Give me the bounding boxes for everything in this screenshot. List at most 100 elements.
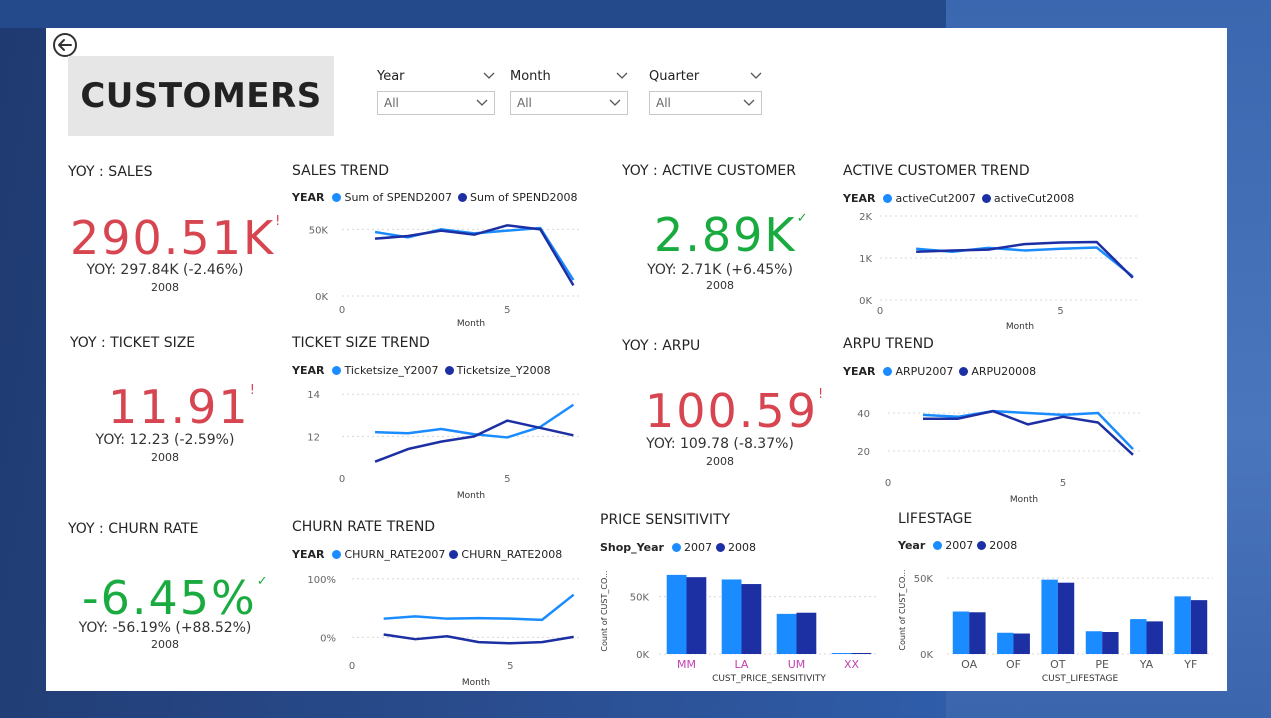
slicer-quarter[interactable]: Quarter All	[649, 68, 762, 115]
kpi-ticket-value: 11.91!	[108, 384, 258, 430]
legend-dot-2008	[959, 367, 969, 376]
bar-OF-2007	[997, 632, 1014, 654]
legend-label: activeCut2007	[895, 192, 976, 205]
series-line-CHURN_RATE2008	[383, 633, 574, 645]
category-label: XX	[844, 658, 860, 671]
bar-OT-2008	[1057, 582, 1075, 654]
x-tick-label: 0	[885, 478, 891, 489]
kpi-churn-year: 2008	[151, 638, 179, 651]
legend-title: Shop_Year	[600, 541, 664, 554]
legend-label: Ticketsize_Y2008	[456, 364, 551, 377]
category-label: OA	[961, 658, 977, 671]
slicer-year-dropdown[interactable]: All	[377, 91, 495, 115]
chevron-down-icon[interactable]	[750, 72, 762, 80]
y-tick-label: 50K	[630, 593, 650, 604]
series-line-activeCut2007	[916, 246, 1134, 278]
category-label: OT	[1050, 658, 1066, 671]
category-label: LA	[735, 658, 749, 671]
active-trend-chart: 0K 1K 2K 0 5 Month	[859, 212, 1140, 332]
kpi-active-title: YOY : ACTIVE CUSTOMER	[622, 163, 797, 179]
legend-dot-2008	[444, 366, 454, 375]
ticket-trend-title: TICKET SIZE TREND	[292, 335, 430, 351]
y-tick-label: 40	[857, 409, 870, 420]
chevron-down-icon	[609, 99, 621, 106]
bar-XX-2008	[851, 653, 872, 654]
legend-label: 2008	[989, 539, 1018, 552]
y-tick-label: 0K	[636, 650, 649, 661]
y-tick-label: 0%	[320, 633, 336, 644]
ticket-trend-chart: 12 14 0 5 Month	[307, 390, 580, 501]
alert-icon: !	[817, 387, 824, 402]
kpi-sales-goal: YOY: 297.84K (-2.46%)	[86, 262, 244, 278]
y-tick-label: 0K	[859, 296, 872, 307]
legend-label: Sum of SPEND2007	[344, 191, 452, 204]
y-tick-label: 50K	[309, 225, 329, 236]
category-label: UM	[788, 658, 806, 671]
sales-trend-chart: 0K 50K 0 5 Month	[309, 224, 580, 329]
category-label: PE	[1095, 658, 1109, 671]
legend-title: YEAR	[292, 548, 325, 561]
window-top-band	[0, 0, 946, 28]
alert-icon: !	[249, 383, 255, 398]
slicer-month[interactable]: Month All	[510, 68, 628, 115]
back-arrow-icon[interactable]	[52, 32, 78, 58]
series-line-CHURN_RATE2007	[383, 593, 575, 622]
category-label: MM	[677, 658, 696, 671]
kpi-churn-title: YOY : CHURN RATE	[68, 521, 199, 537]
legend-label: 2008	[727, 541, 756, 554]
legend-dot-2007	[883, 194, 893, 203]
page-title-box: CUSTOMERS	[68, 56, 334, 136]
y-tick-label: 100%	[307, 575, 336, 586]
bar-OA-2007	[952, 611, 970, 654]
sales-trend-legend: YEAR Sum of SPEND2007 Sum of SPEND2008	[292, 191, 578, 204]
kpi-active-value: 2.89K✓	[654, 212, 808, 258]
slicer-month-dropdown[interactable]: All	[510, 91, 628, 115]
legend-label: CHURN_RATE2008	[461, 548, 563, 561]
kpi-sales-year: 2008	[151, 281, 179, 294]
check-icon: ✓	[256, 574, 268, 589]
legend-dot-2007	[933, 541, 943, 550]
slicer-quarter-value: All	[656, 96, 671, 110]
x-axis-label: Month	[457, 319, 485, 329]
category-label: OF	[1006, 658, 1021, 671]
y-tick-label: 0K	[315, 292, 328, 303]
y-tick-label: 0K	[920, 650, 933, 661]
legend-label: Ticketsize_Y2007	[344, 364, 439, 377]
slicer-month-label: Month	[510, 68, 551, 84]
bar-OA-2008	[969, 612, 986, 654]
kpi-ticket-year: 2008	[151, 451, 179, 464]
series-line-ARPU2007	[922, 409, 1134, 450]
kpi-arpu-goal: YOY: 109.78 (-8.37%)	[646, 436, 794, 452]
price-sensitivity-chart: 0K 50K MM LA UM XX CUST_PRICE_SENSITIVITY Count…	[600, 570, 879, 684]
legend-dot-2007	[332, 550, 342, 559]
churn-trend-title: CHURN RATE TREND	[292, 519, 436, 535]
kpi-active-year: 2008	[706, 279, 734, 292]
check-icon: ✓	[796, 211, 808, 226]
bar-MM-2008	[686, 577, 707, 654]
bar-XX-2007	[831, 653, 852, 654]
bar-YA-2008	[1146, 621, 1163, 654]
x-tick-label: 5	[1060, 478, 1066, 489]
legend-title: Year	[898, 539, 926, 552]
bar-PE-2008	[1102, 632, 1119, 654]
slicer-quarter-dropdown[interactable]: All	[649, 91, 762, 115]
chevron-down-icon	[743, 99, 755, 106]
lifestage-legend: Year 2007 2008	[898, 539, 1017, 552]
legend-title: YEAR	[292, 191, 325, 204]
chevron-down-icon[interactable]	[616, 72, 628, 80]
y-axis-label: Count of CUST_CO...	[600, 570, 609, 651]
chevron-down-icon[interactable]	[483, 72, 495, 80]
kpi-ticket-goal: YOY: 12.23 (-2.59%)	[95, 432, 235, 448]
alert-icon: !	[275, 214, 281, 229]
y-tick-label: 12	[307, 432, 320, 443]
active-trend-title: ACTIVE CUSTOMER TREND	[843, 163, 1030, 179]
slicer-year-value: All	[384, 96, 399, 110]
y-tick-label: 2K	[859, 212, 872, 223]
x-axis-label: CUST_PRICE_SENSITIVITY	[712, 674, 826, 684]
category-label: YA	[1139, 658, 1154, 671]
kpi-sales-value: 290.51K!	[70, 215, 280, 261]
kpi-arpu-title: YOY : ARPU	[622, 338, 701, 354]
x-tick-label: 5	[504, 305, 510, 316]
category-label: YF	[1183, 658, 1197, 671]
slicer-year[interactable]: Year All	[377, 68, 495, 115]
